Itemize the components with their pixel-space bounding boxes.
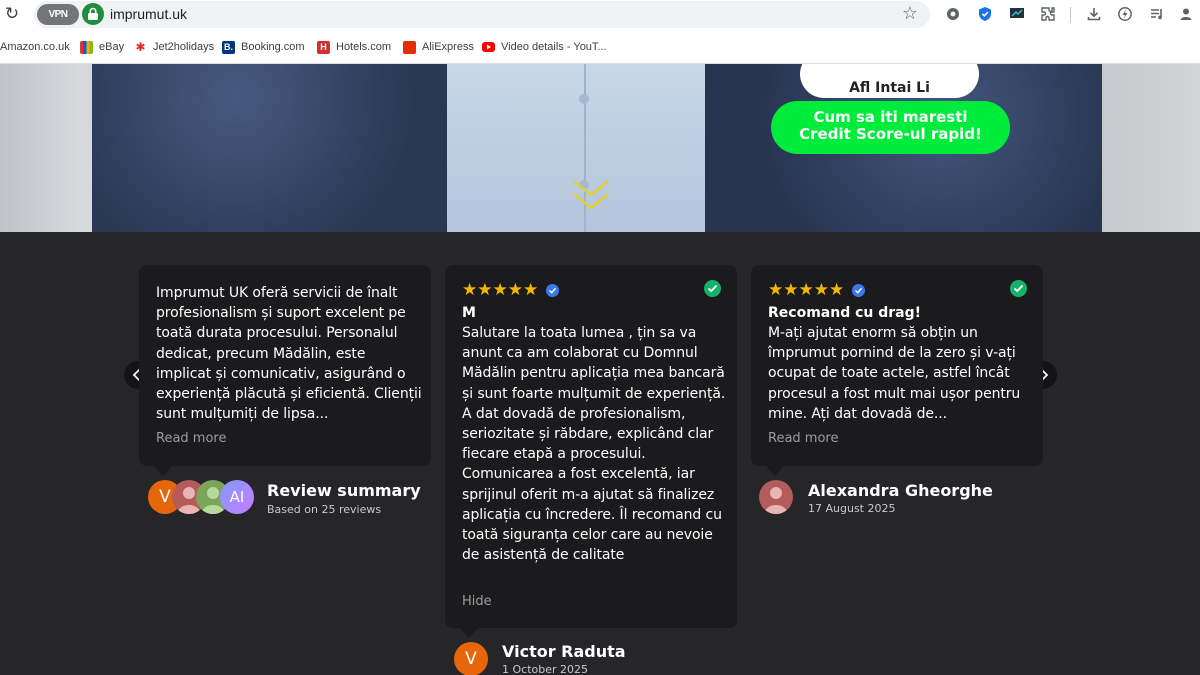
verified-badge-icon (852, 284, 865, 297)
jet2-favicon: ✱ (134, 39, 147, 54)
bookmark-star-icon[interactable]: ☆ (900, 4, 920, 24)
avatar: V (454, 642, 488, 675)
url-text[interactable]: imprumut.uk (110, 6, 187, 22)
review-date: 17 August 2025 (808, 502, 896, 515)
verified-check-icon (1010, 280, 1027, 297)
bookmark-amazon[interactable]: Amazon.co.uk (0, 39, 70, 55)
lock-icon[interactable] (82, 3, 104, 25)
media-controls-icon[interactable] (1148, 5, 1166, 23)
monitor-extension-icon[interactable] (1008, 5, 1026, 23)
review-card: ★★★★★ M Salutare la toata lumea , țin sa… (445, 265, 737, 628)
avatar (759, 480, 793, 514)
bookmark-jet2holidays[interactable]: ✱ Jet2holidays (134, 39, 214, 55)
browser-toolbar: ↻ VPN imprumut.uk ☆ (0, 0, 1200, 30)
review-text: M-ați ajutat enorm să obțin un împrumut … (768, 325, 1021, 422)
performance-icon[interactable] (1116, 5, 1134, 23)
read-more-link[interactable]: Read more (156, 431, 226, 446)
review-date: 1 October 2025 (502, 663, 589, 675)
read-more-link[interactable]: Read more (768, 431, 838, 446)
review-summary-title: Review summary (267, 481, 421, 500)
bookmark-booking[interactable]: B. Booking.com (222, 39, 305, 55)
review-summary-text: Imprumut UK oferă servicii de înalt prof… (156, 285, 422, 423)
bookmark-ebay[interactable]: eBay (80, 39, 124, 55)
hero-secondary-button[interactable]: Afl Intai Li (800, 64, 979, 98)
reload-icon[interactable]: ↻ (2, 4, 22, 24)
review-title: M (462, 305, 476, 321)
credit-score-cta-button[interactable]: Cum sa iti maresti Credit Score-ul rapid… (771, 101, 1010, 154)
review-author-name: Alexandra Gheorghe (808, 481, 993, 500)
star-rating: ★★★★★ (768, 280, 845, 300)
vpn-badge[interactable]: VPN (37, 4, 79, 25)
extensions-puzzle-icon[interactable] (1039, 5, 1057, 23)
hotels-favicon: H (317, 40, 330, 54)
bookmark-hotels[interactable]: H Hotels.com (317, 39, 391, 55)
download-icon[interactable] (1085, 5, 1103, 23)
hero-section: Afl Intai Li Cum sa iti maresti Credit S… (0, 64, 1200, 232)
bookmark-youtube-video-details[interactable]: Video details - YouT... (482, 39, 607, 55)
toolbar-separator (1070, 7, 1071, 23)
review-card-summary: Imprumut UK oferă servicii de înalt prof… (139, 265, 431, 466)
ai-badge-icon: AI (220, 480, 254, 514)
review-author-name: Victor Raduta (502, 642, 626, 661)
verified-badge-icon (546, 284, 559, 297)
verified-check-icon (704, 280, 721, 297)
review-title: Recomand cu drag! (768, 305, 922, 321)
youtube-favicon (482, 42, 495, 52)
scroll-down-chevron-icon[interactable] (571, 178, 611, 214)
extension-gear-icon[interactable] (944, 5, 962, 23)
profile-icon[interactable] (1177, 5, 1195, 23)
aliexpress-favicon (403, 40, 416, 54)
star-rating: ★★★★★ (462, 280, 539, 300)
review-text: Salutare la toata lumea , țin sa va anun… (462, 325, 726, 564)
shield-extension-icon[interactable] (976, 5, 994, 23)
booking-favicon: B. (222, 40, 235, 54)
address-bar[interactable]: VPN imprumut.uk ☆ (34, 1, 930, 28)
review-card: ★★★★★ Recomand cu drag! M-ați ajutat eno… (751, 265, 1043, 466)
hide-link[interactable]: Hide (462, 594, 492, 609)
ebay-favicon (80, 40, 93, 54)
review-summary-subtitle: Based on 25 reviews (267, 503, 382, 516)
bookmark-aliexpress[interactable]: AliExpress (403, 39, 474, 55)
bookmarks-bar: Amazon.co.uk eBay ✱ Jet2holidays B. Book… (0, 30, 1200, 64)
